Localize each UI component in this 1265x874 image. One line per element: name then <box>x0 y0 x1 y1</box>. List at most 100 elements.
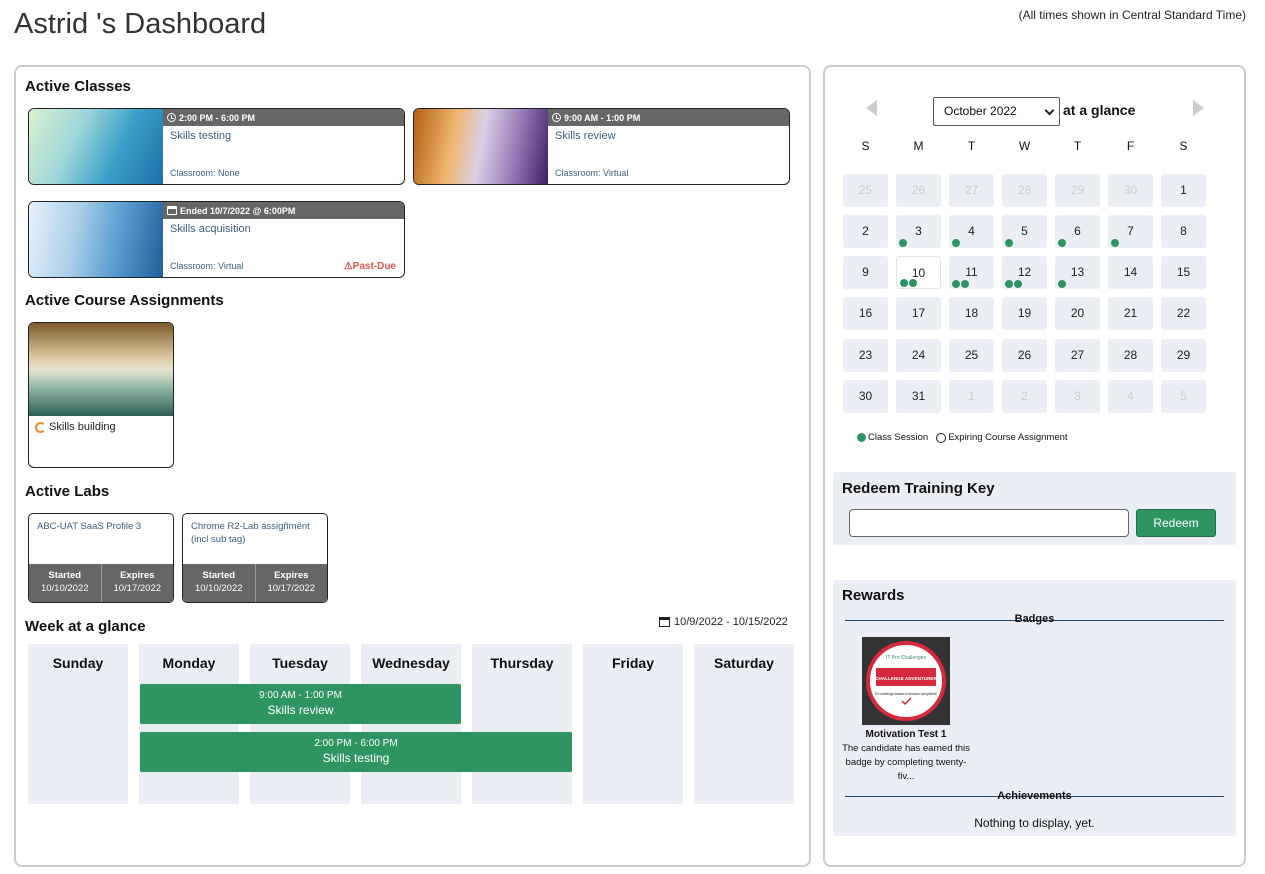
prev-month-arrow-icon[interactable] <box>866 100 877 116</box>
course-name[interactable]: Skills building <box>49 421 116 433</box>
calendar-day[interactable]: 17 <box>896 297 941 330</box>
class-card-skills-review[interactable]: 9:00 AM - 1:00 PM Skills review Classroo… <box>413 108 790 185</box>
calendar-day-number: 2 <box>862 224 869 238</box>
badges-divider: Badges <box>845 613 1224 625</box>
class-thumbnail <box>29 109 163 184</box>
calendar-day[interactable]: 2 <box>1002 380 1047 413</box>
calendar-day[interactable]: 3 <box>896 215 941 248</box>
expires-label: Expires <box>120 570 155 581</box>
lab-name[interactable]: Chrome R2-Lab ássigñmënt (incl sub tag) <box>191 520 321 546</box>
calendar-day-number: 7 <box>1127 224 1134 238</box>
class-room: Classroom: Virtual <box>170 261 244 271</box>
calendar-day[interactable]: 26 <box>1002 339 1047 372</box>
calendar-day[interactable]: 28 <box>1002 174 1047 207</box>
calendar-day[interactable]: 29 <box>1055 174 1100 207</box>
calendar-day[interactable]: 26 <box>896 174 941 207</box>
rewards-title: Rewards <box>842 587 905 604</box>
lab-started: Started 10/10/2022 <box>183 564 255 602</box>
redeem-button[interactable]: Redeem <box>1136 509 1216 537</box>
calendar-day[interactable]: 7 <box>1108 215 1153 248</box>
calendar-day[interactable]: 10 <box>896 256 941 289</box>
calendar-day-number: 26 <box>1017 348 1032 362</box>
calendar-day[interactable]: 30 <box>1108 174 1153 207</box>
lab-name[interactable]: ABC-UAT SaaS Profile 3 <box>37 520 167 533</box>
calendar-day[interactable]: 12 <box>1002 256 1047 289</box>
calendar-day[interactable]: 25 <box>949 339 994 372</box>
calendar-day[interactable]: 4 <box>949 215 994 248</box>
week-col-sunday: Sunday <box>28 644 128 804</box>
calendar-day-number: 16 <box>858 306 873 320</box>
calendar-day[interactable]: 13 <box>1055 256 1100 289</box>
class-name[interactable]: Skills acquisition <box>170 223 251 235</box>
active-labs-heading: Active Labs <box>25 483 110 500</box>
calendar-day-number: 5 <box>1180 389 1187 403</box>
month-select[interactable]: October 2022 <box>933 97 1060 126</box>
calendar-day[interactable]: 19 <box>1002 297 1047 330</box>
chevron-down-icon <box>1044 105 1055 116</box>
calendar-day[interactable]: 15 <box>1161 256 1206 289</box>
calendar-day[interactable]: 2 <box>843 215 888 248</box>
calendar-day[interactable]: 5 <box>1002 215 1047 248</box>
calendar-day[interactable]: 24 <box>896 339 941 372</box>
calendar-icon <box>659 617 670 627</box>
calendar-day-number: 22 <box>1176 306 1191 320</box>
calendar-day[interactable]: 16 <box>843 297 888 330</box>
started-date: 10/10/2022 <box>194 583 243 594</box>
calendar-day-number: 25 <box>964 348 979 362</box>
session-dots <box>1005 280 1022 288</box>
day-label: Saturday <box>714 655 774 671</box>
calendar-day[interactable]: 1 <box>949 380 994 413</box>
training-key-input[interactable] <box>849 509 1129 537</box>
calendar-day[interactable]: 30 <box>843 380 888 413</box>
calendar-day[interactable]: 4 <box>1108 380 1153 413</box>
week-event-skills-review[interactable]: 9:00 AM - 1:00 PM Skills review <box>140 684 461 724</box>
calendar-day-number: 20 <box>1070 306 1085 320</box>
calendar-day[interactable]: 18 <box>949 297 994 330</box>
calendar-day[interactable]: 28 <box>1108 339 1153 372</box>
lab-card[interactable]: Chrome R2-Lab ássigñmënt (incl sub tag) … <box>182 513 328 603</box>
class-session-dot-icon <box>961 280 969 288</box>
calendar-day[interactable]: 3 <box>1055 380 1100 413</box>
calendar-day[interactable]: 6 <box>1055 215 1100 248</box>
event-time: 9:00 AM - 1:00 PM <box>259 690 342 701</box>
week-event-skills-testing[interactable]: 2:00 PM - 6:00 PM Skills testing <box>140 732 572 772</box>
calendar-day[interactable]: 27 <box>949 174 994 207</box>
next-month-arrow-icon[interactable] <box>1193 100 1204 116</box>
course-assignments-heading: Active Course Assignments <box>25 292 224 309</box>
calendar-day-number: 25 <box>858 183 873 197</box>
clock-icon <box>167 113 176 122</box>
lab-card[interactable]: ABC-UAT SaaS Profile 3 Started 10/10/2022… <box>28 513 174 603</box>
badge-image[interactable]: IT Pro Challenges CHALLENGE ADVENTURER 2… <box>862 637 950 725</box>
calendar-day[interactable]: 31 <box>896 380 941 413</box>
calendar-day[interactable]: 23 <box>843 339 888 372</box>
session-dots <box>1058 239 1066 247</box>
calendar-day[interactable]: 8 <box>1161 215 1206 248</box>
week-range-text: 10/9/2022 - 10/15/2022 <box>674 616 788 628</box>
calendar-day-number: 5 <box>1021 224 1028 238</box>
calendar-day[interactable]: 5 <box>1161 380 1206 413</box>
calendar-day[interactable]: 29 <box>1161 339 1206 372</box>
calendar-day[interactable]: 22 <box>1161 297 1206 330</box>
class-name[interactable]: Skills review <box>555 130 616 142</box>
calendar-day-number: 14 <box>1123 265 1138 279</box>
calendar-day[interactable]: 20 <box>1055 297 1100 330</box>
calendar-day-number: 27 <box>1070 348 1085 362</box>
event-name: Skills review <box>267 703 334 717</box>
calendar-day[interactable]: 27 <box>1055 339 1100 372</box>
week-range: 10/9/2022 - 10/15/2022 <box>659 616 788 628</box>
lab-started: Started 10/10/2022 <box>29 564 101 602</box>
calendar-day[interactable]: 11 <box>949 256 994 289</box>
calendar-day[interactable]: 9 <box>843 256 888 289</box>
class-card-skills-acquisition[interactable]: Ended 10/7/2022 @ 6:00PM Skills acquisit… <box>28 201 405 278</box>
calendar-day-number: 21 <box>1123 306 1138 320</box>
calendar-day[interactable]: 14 <box>1108 256 1153 289</box>
calendar-day[interactable]: 21 <box>1108 297 1153 330</box>
class-time: 9:00 AM - 1:00 PM <box>564 112 641 123</box>
session-dots <box>899 239 907 247</box>
calendar-day[interactable]: 25 <box>843 174 888 207</box>
calendar-day[interactable]: 1 <box>1161 174 1206 207</box>
class-name[interactable]: Skills testing <box>170 130 231 142</box>
class-session-dot-icon <box>952 239 960 247</box>
class-card-skills-testing[interactable]: 2:00 PM - 6:00 PM Skills testing Classro… <box>28 108 405 185</box>
course-card-skills-building[interactable]: Skills building <box>28 322 174 468</box>
